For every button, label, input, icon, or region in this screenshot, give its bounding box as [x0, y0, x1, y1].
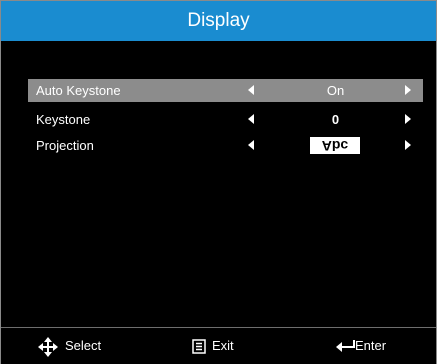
footer-enter-label: Enter	[355, 338, 387, 353]
menu-row-label: Projection	[36, 138, 94, 153]
right-arrow-icon[interactable]	[405, 114, 411, 124]
right-arrow-icon[interactable]	[405, 85, 411, 95]
footer-bar: Select Exit Enter	[1, 327, 436, 364]
menu-panel: Auto Keystone On Keystone 0 Projection A…	[28, 42, 423, 326]
menu-row-label: Auto Keystone	[36, 83, 121, 98]
menu-row-auto-keystone[interactable]: Auto Keystone On	[28, 79, 423, 102]
menu-row-label: Keystone	[36, 112, 91, 127]
osd-window: Display Auto Keystone On Keystone 0 Proj…	[0, 0, 437, 364]
footer-exit-label: Exit	[212, 338, 234, 353]
left-arrow-icon[interactable]	[248, 85, 254, 95]
menu-title: Display	[1, 1, 436, 41]
menu-row-keystone[interactable]: Keystone 0	[28, 108, 423, 131]
menu-row-projection[interactable]: Projection Abc	[28, 134, 423, 157]
left-arrow-icon[interactable]	[248, 114, 254, 124]
menu-icon	[192, 339, 206, 354]
move-arrows-icon	[38, 337, 58, 357]
footer-select-label: Select	[65, 338, 102, 353]
projection-preview: Abc	[310, 137, 360, 154]
left-arrow-icon[interactable]	[248, 140, 254, 150]
auto-keystone-value: On	[326, 83, 345, 98]
enter-arrow-icon	[336, 340, 355, 352]
right-arrow-icon[interactable]	[405, 140, 411, 150]
projection-value: Abc	[321, 138, 349, 154]
keystone-value: 0	[331, 112, 340, 127]
